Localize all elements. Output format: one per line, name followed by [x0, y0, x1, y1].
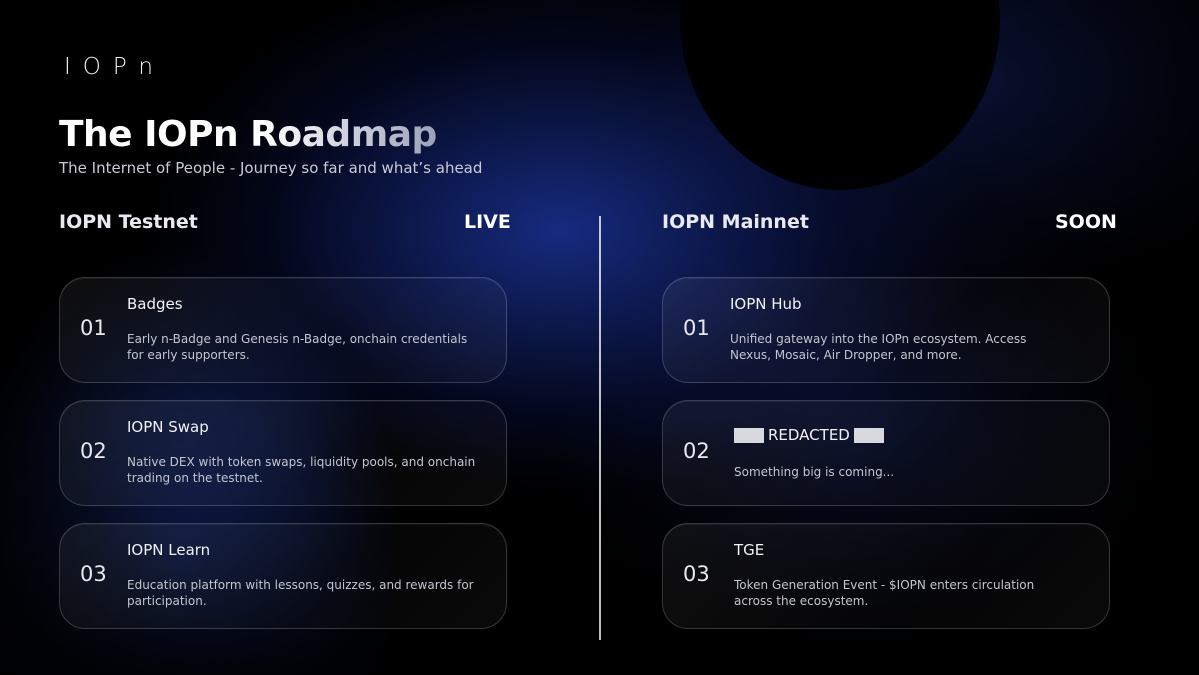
card-description: Something big is coming...: [734, 465, 895, 479]
testnet-card-learn: 03 IOPN Learn Education platform with le…: [59, 523, 507, 629]
card-description: Token Generation Event - $IOPN enters ci…: [734, 578, 1035, 608]
testnet-status-badge: LIVE: [464, 211, 511, 233]
card-title: IOPN Swap: [127, 418, 209, 436]
card-number: 01: [683, 316, 710, 340]
mainnet-heading: IOPN Mainnet: [662, 211, 809, 233]
card-description: Early n-Badge and Genesis n-Badge, oncha…: [127, 332, 468, 362]
card-title-redacted: REDACTED: [734, 426, 884, 444]
card-description: Education platform with lessons, quizzes…: [127, 578, 474, 608]
page-subtitle: The Internet of People - Journey so far …: [59, 159, 483, 177]
iopn-logo: IOPn: [64, 54, 165, 80]
testnet-card-badges: 01 Badges Early n-Badge and Genesis n-Ba…: [59, 277, 507, 383]
card-title: IOPN Learn: [127, 541, 211, 559]
card-number: 03: [683, 562, 710, 586]
card-description: Unified gateway into the IOPn ecosystem.…: [730, 332, 1027, 362]
column-divider: [599, 216, 601, 640]
testnet-heading: IOPN Testnet: [59, 211, 198, 233]
card-description: Native DEX with token swaps, liquidity p…: [127, 455, 476, 485]
mainnet-card-hub: 01 IOPN Hub Unified gateway into the IOP…: [662, 277, 1110, 383]
card-title: TGE: [734, 541, 765, 559]
card-title: REDACTED: [768, 426, 850, 444]
testnet-card-swap: 02 IOPN Swap Native DEX with token swaps…: [59, 400, 507, 506]
mainnet-status-badge: SOON: [1055, 211, 1117, 233]
card-number: 02: [80, 439, 107, 463]
mainnet-card-tge: 03 TGE Token Generation Event - $IOPN en…: [662, 523, 1110, 629]
card-title: Badges: [127, 295, 183, 313]
card-number: 02: [683, 439, 710, 463]
page-title: The IOPn Roadmap: [59, 114, 437, 155]
card-title: IOPN Hub: [730, 295, 802, 313]
card-number: 01: [80, 316, 107, 340]
redaction-bar-right: [853, 427, 884, 443]
mainnet-card-redacted: 02 REDACTED Something big is coming...: [662, 400, 1110, 506]
redaction-bar-left: [734, 427, 764, 443]
card-number: 03: [80, 562, 107, 586]
